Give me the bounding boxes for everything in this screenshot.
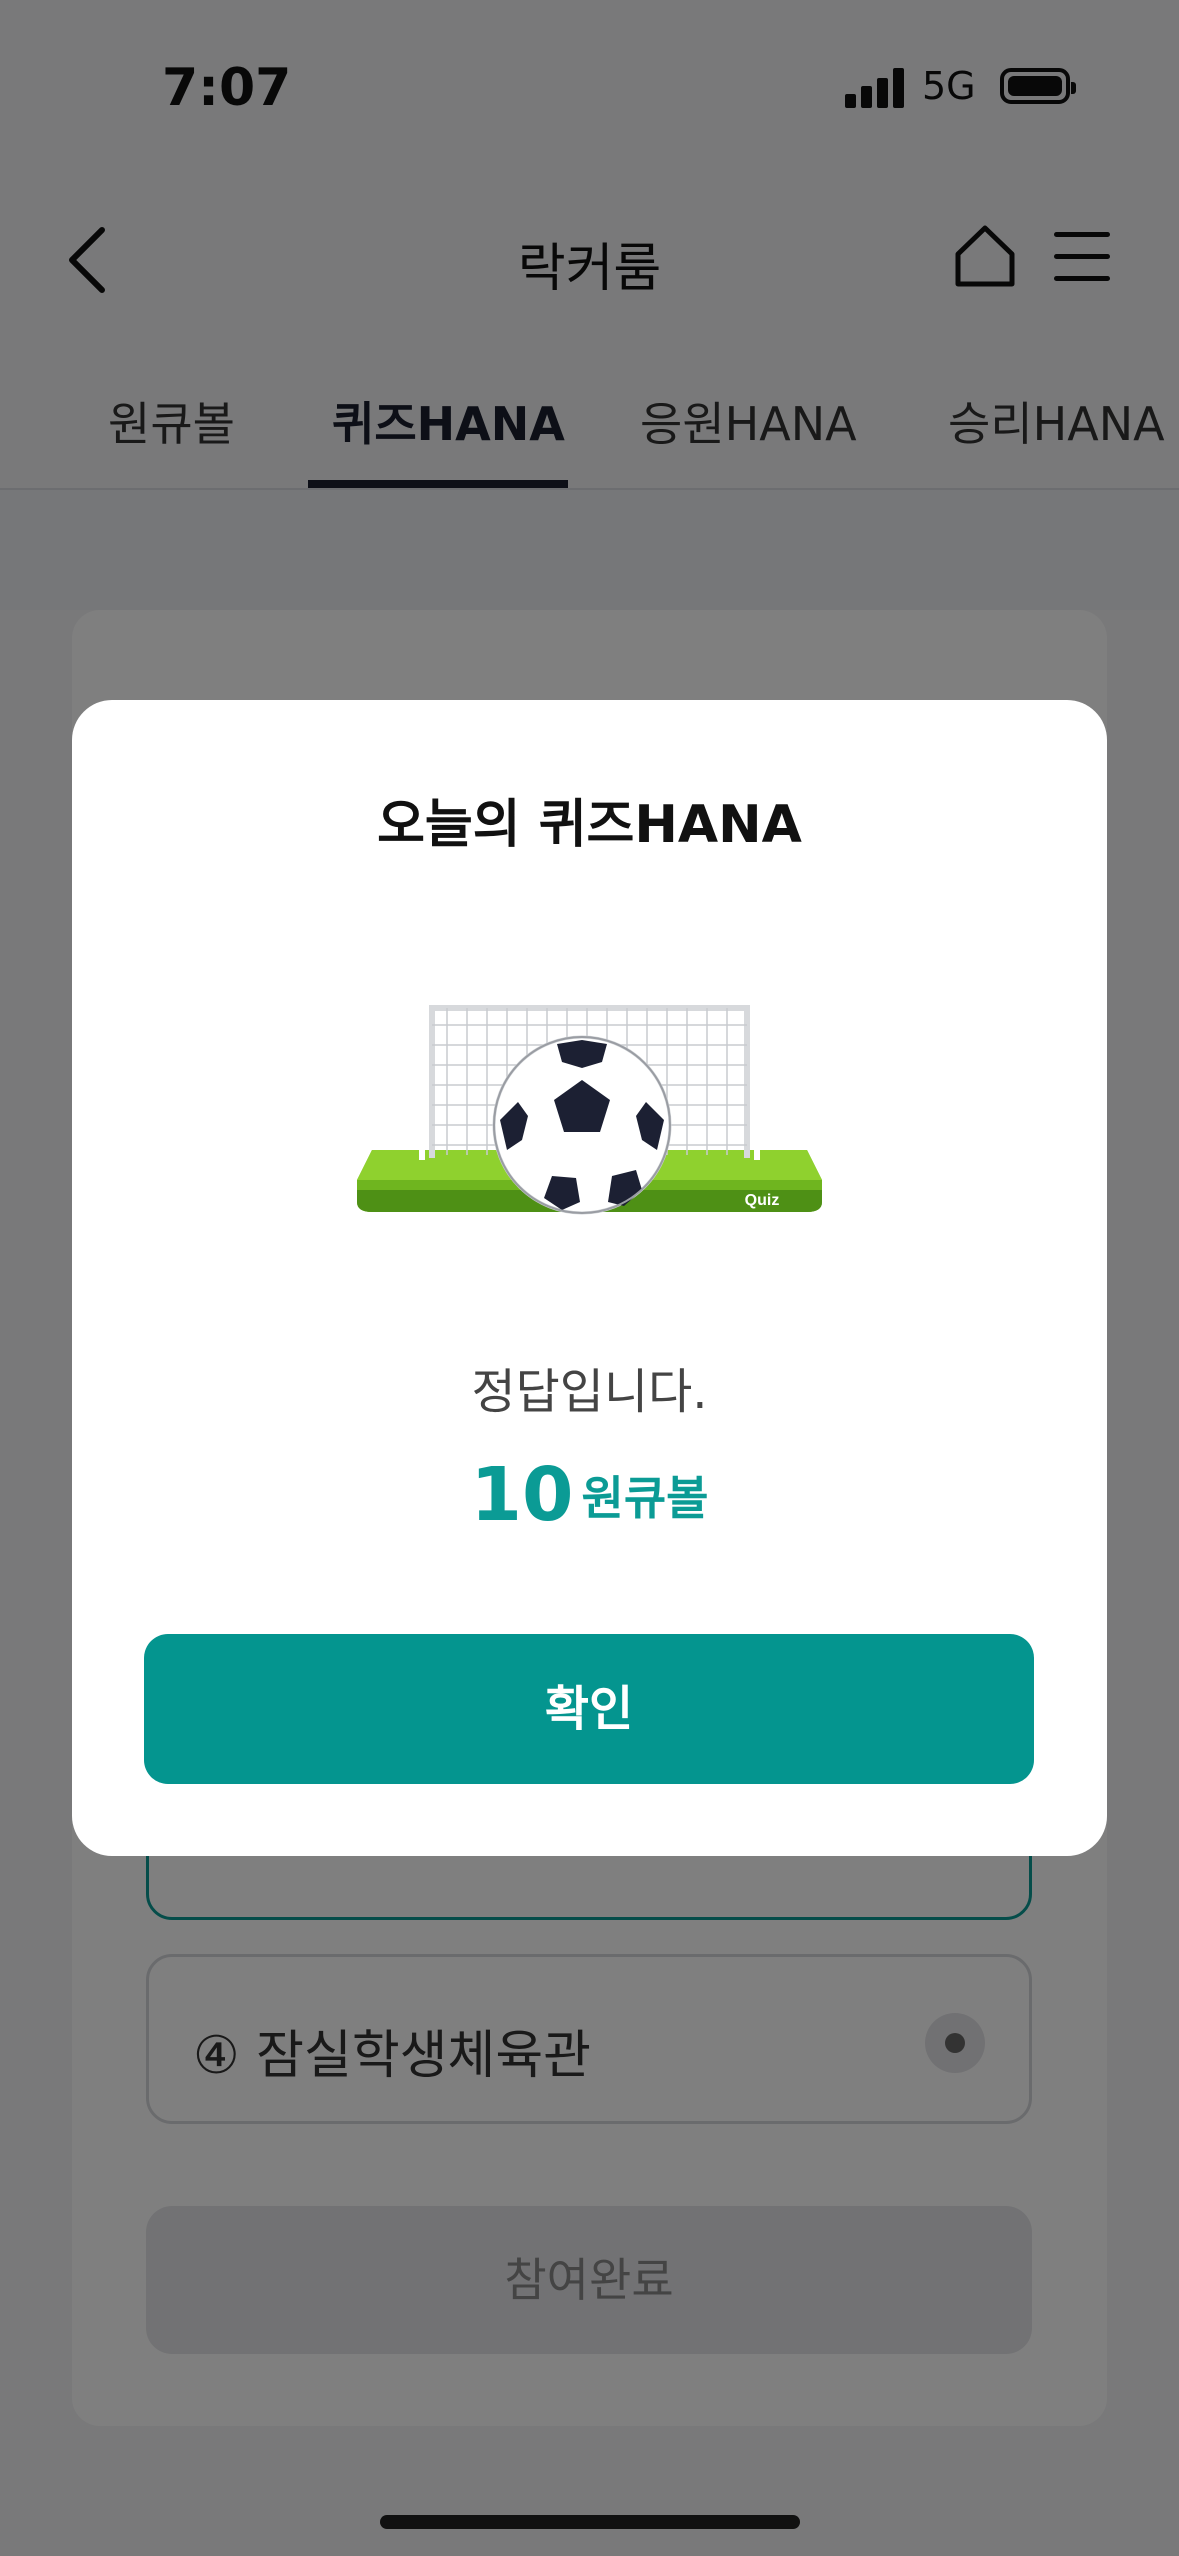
confirm-button[interactable]: 확인 — [144, 1634, 1034, 1784]
reward-display: 10 원큐볼 — [72, 1452, 1107, 1538]
home-indicator — [380, 2515, 800, 2529]
reward-amount: 10 — [470, 1452, 574, 1538]
modal-title: 오늘의 퀴즈HANA — [377, 795, 802, 855]
soccer-goal-image: Quiz — [357, 995, 822, 1215]
quiz-image-caption: Quiz — [745, 1192, 780, 1209]
reward-unit: 원큐볼 — [581, 1471, 709, 1525]
quiz-result-modal: 오늘의 퀴즈HANA Quiz 정답입니다. 10 원큐볼 확인 — [72, 700, 1107, 1856]
result-message: 정답입니다. — [471, 1364, 708, 1420]
